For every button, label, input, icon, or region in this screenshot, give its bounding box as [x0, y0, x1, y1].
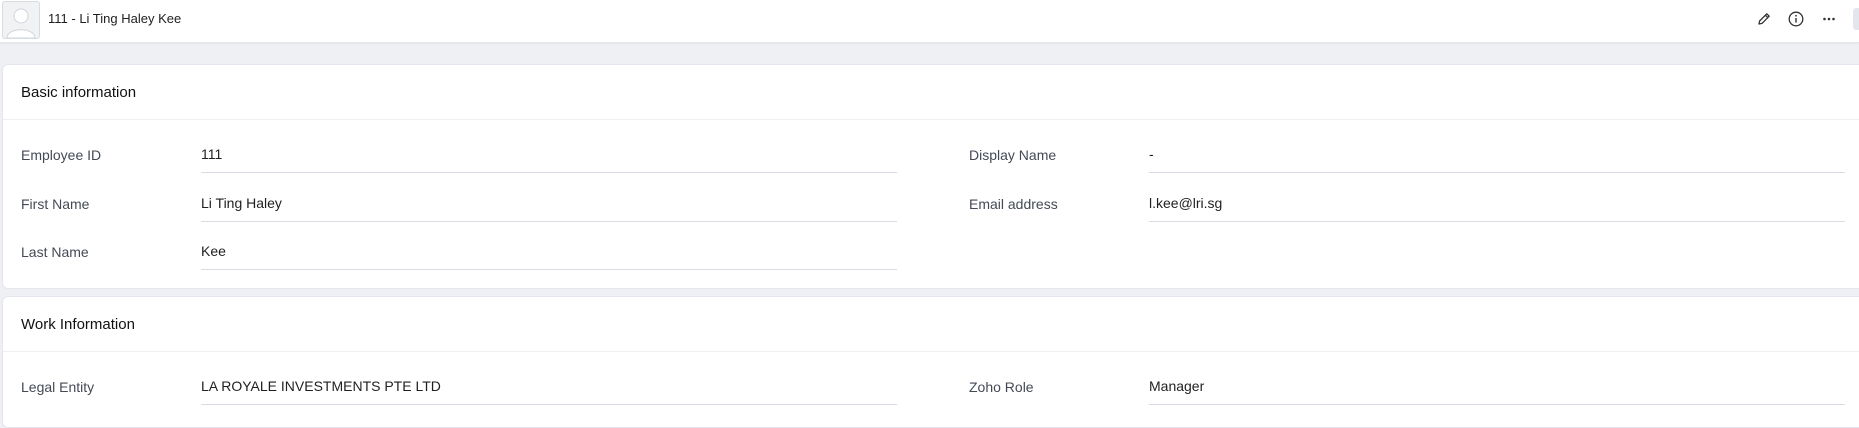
last-name-underline — [201, 269, 897, 270]
basic-information-card: Basic information Employee ID 111 First … — [2, 64, 1859, 289]
first-name-underline — [201, 221, 897, 222]
last-name-label: Last Name — [21, 244, 89, 260]
legal-entity-value: LA ROYALE INVESTMENTS PTE LTD — [201, 378, 441, 394]
card-header: Basic information — [3, 65, 1859, 120]
employee-id-label: Employee ID — [21, 147, 102, 163]
first-name-label: First Name — [21, 196, 90, 212]
avatar[interactable] — [2, 1, 40, 39]
display-name-value: - — [1149, 146, 1154, 162]
card-header: Work Information — [3, 297, 1859, 352]
zoho-role-label: Zoho Role — [969, 379, 1034, 395]
zoho-role-underline — [1149, 404, 1845, 405]
work-information-card: Work Information Legal Entity LA ROYALE … — [2, 296, 1859, 428]
email-address-label: Email address — [969, 196, 1058, 212]
zoho-role-value: Manager — [1149, 378, 1205, 394]
section-title-basic: Basic information — [21, 84, 137, 101]
edit-icon[interactable] — [1755, 10, 1773, 28]
record-header: 111 - Li Ting Haley Kee — [0, 0, 1859, 43]
legal-entity-underline — [201, 404, 897, 405]
user-silhouette-icon — [6, 8, 36, 38]
employee-id-underline — [201, 172, 897, 173]
section-title-work: Work Information — [21, 316, 135, 333]
employee-id-value: 111 — [201, 146, 223, 162]
record-title: 111 - Li Ting Haley Kee — [48, 11, 182, 26]
info-icon[interactable] — [1787, 10, 1805, 28]
email-address-underline — [1149, 221, 1845, 222]
last-name-value: Kee — [201, 243, 226, 259]
email-address-value[interactable]: l.kee@lri.sg — [1149, 195, 1222, 211]
more-icon[interactable] — [1820, 10, 1838, 28]
legal-entity-label: Legal Entity — [21, 379, 95, 395]
display-name-underline — [1149, 172, 1845, 173]
display-name-label: Display Name — [969, 147, 1057, 163]
first-name-value: Li Ting Haley — [201, 195, 282, 211]
side-panel-tab[interactable] — [1853, 8, 1859, 30]
